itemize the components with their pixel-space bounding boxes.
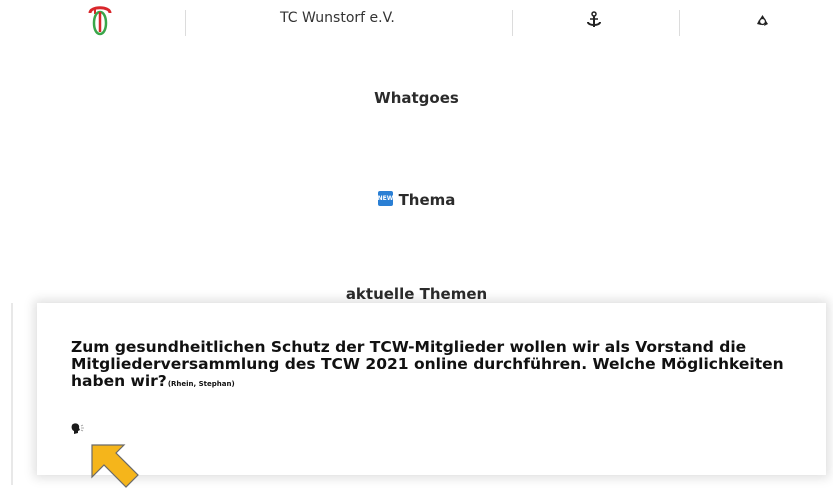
anchor-link[interactable]	[582, 0, 606, 40]
recycle-icon	[756, 14, 768, 26]
top-navigation: TC Wunstorf e.V.	[0, 0, 833, 44]
recycle-link[interactable]	[752, 0, 772, 40]
nav-divider	[512, 10, 513, 36]
thema-heading[interactable]: NEW Thema	[0, 191, 833, 209]
new-badge-icon: NEW	[377, 191, 393, 206]
home-logo-link[interactable]	[70, 0, 130, 40]
topic-question[interactable]: Zum gesundheitlichen Schutz der TCW-Mitg…	[71, 339, 811, 393]
pointer-arrow-icon	[91, 444, 139, 488]
thema-label: Thema	[398, 191, 456, 209]
speaking-head-icon[interactable]	[70, 422, 86, 436]
left-edge-line	[11, 303, 13, 485]
nav-divider	[185, 10, 186, 36]
anchor-icon	[587, 11, 601, 27]
nav-divider	[679, 10, 680, 36]
topic-card[interactable]: Zum gesundheitlichen Schutz der TCW-Mitg…	[37, 303, 826, 475]
topic-author: (Rhein, Stephan)	[167, 380, 235, 388]
heading-whatgoes: Whatgoes	[374, 89, 459, 107]
aktuelle-themen-heading: aktuelle Themen	[345, 285, 488, 303]
site-title[interactable]: TC Wunstorf e.V.	[280, 10, 395, 26]
tcw-logo-icon	[88, 6, 112, 36]
